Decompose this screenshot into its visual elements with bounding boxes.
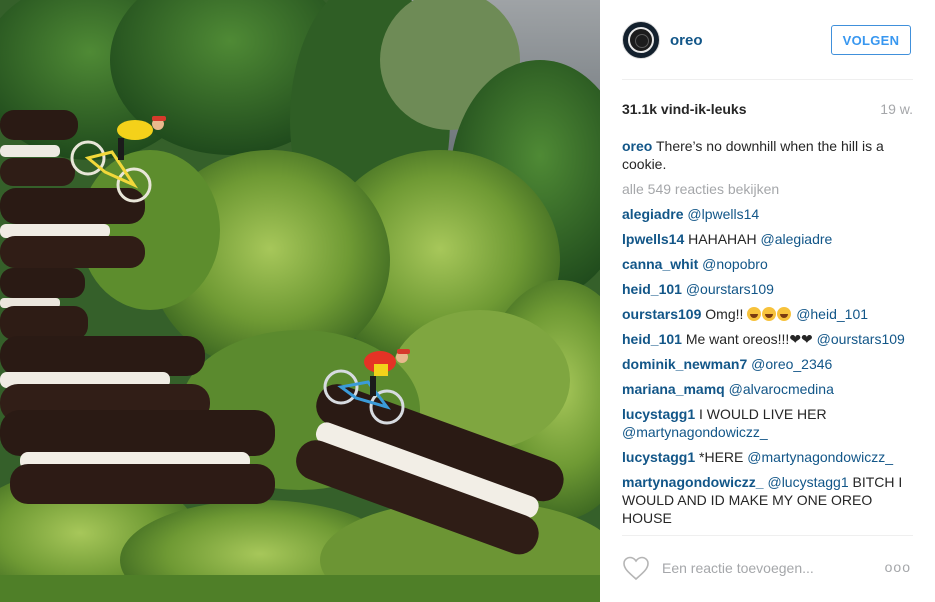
- comment-mention[interactable]: @oreo_2346: [751, 356, 832, 372]
- add-comment-bar: ooo: [622, 551, 913, 585]
- divider: [622, 79, 913, 80]
- follow-button[interactable]: VOLGEN: [831, 25, 911, 55]
- comment-row: lpwells14 HAHAHAH @alegiadre: [622, 230, 913, 248]
- likes-count[interactable]: 31.1k vind-ik-leuks: [622, 101, 747, 117]
- post-age[interactable]: 19 w.: [880, 101, 913, 117]
- comment-input[interactable]: [662, 554, 862, 582]
- comment-row: mariana_mamq @alvarocmedina: [622, 380, 913, 398]
- comment-username[interactable]: mariana_mamq: [622, 381, 725, 397]
- comment-text: Me want oreos!!!❤❤: [685, 331, 813, 347]
- view-all-comments-link[interactable]: alle 549 reacties bekijken: [622, 180, 913, 198]
- comment-row: heid_101 @ourstars109: [622, 280, 913, 298]
- comment-text: Omg!!: [705, 306, 744, 322]
- laughing-emoji-icon: [777, 307, 792, 321]
- comment-mention[interactable]: @alegiadre: [761, 231, 833, 247]
- post-header: oreo VOLGEN: [622, 18, 913, 62]
- caption: oreo There’s no downhill when the hill i…: [622, 137, 913, 173]
- comment-mention[interactable]: @martynagondowiczz_: [622, 424, 768, 440]
- comment-username[interactable]: lucystagg1: [622, 406, 695, 422]
- comment-row: lucystagg1 *HERE @martynagondowiczz_: [622, 448, 913, 466]
- comment-row: heid_101 Me want oreos!!!❤❤ @ourstars109: [622, 330, 913, 348]
- post-photo-illustration: [0, 0, 600, 602]
- more-options-icon[interactable]: ooo: [885, 559, 911, 575]
- comment-username[interactable]: ourstars109: [622, 306, 701, 322]
- post-dialog: oreo VOLGEN 31.1k vind-ik-leuks 19 w. or…: [0, 0, 935, 602]
- avatar[interactable]: [622, 21, 660, 59]
- comment-row: ourstars109 Omg!! @heid_101: [622, 305, 913, 323]
- comment-text: I WOULD LIVE HER: [699, 406, 827, 422]
- comment-text: *HERE: [699, 449, 744, 465]
- comment-username[interactable]: lpwells14: [622, 231, 684, 247]
- post-side-panel: oreo VOLGEN 31.1k vind-ik-leuks 19 w. or…: [600, 0, 935, 602]
- comment-mention[interactable]: @lucystagg1: [767, 474, 848, 490]
- comment-text: HAHAHAH: [688, 231, 757, 247]
- comment-row: canna_whit @nopobro: [622, 255, 913, 273]
- comment-mention[interactable]: @nopobro: [702, 256, 768, 272]
- comment-username[interactable]: lucystagg1: [622, 449, 695, 465]
- comment-row: martynagondowiczz_ @lucystagg1 BITCH I W…: [622, 473, 913, 527]
- comment-mention[interactable]: @ourstars109: [817, 331, 905, 347]
- comment-username[interactable]: heid_101: [622, 281, 682, 297]
- comment-mention[interactable]: @heid_101: [796, 306, 868, 322]
- comment-username[interactable]: alegiadre: [622, 206, 683, 222]
- comment-mention[interactable]: @ourstars109: [686, 281, 774, 297]
- comment-username[interactable]: canna_whit: [622, 256, 698, 272]
- comment-row: dominik_newman7 @oreo_2346: [622, 355, 913, 373]
- comment-row: alegiadre @lpwells14: [622, 205, 913, 223]
- comment-username[interactable]: heid_101: [622, 331, 682, 347]
- post-photo[interactable]: [0, 0, 600, 602]
- caption-text: There’s no downhill when the hill is a c…: [622, 138, 884, 172]
- comment-mention[interactable]: @alvarocmedina: [729, 381, 834, 397]
- comment-mention[interactable]: @lpwells14: [687, 206, 759, 222]
- divider: [622, 535, 913, 536]
- post-stats: 31.1k vind-ik-leuks 19 w.: [622, 100, 913, 118]
- comment-row: lucystagg1 I WOULD LIVE HER @martynagond…: [622, 405, 913, 441]
- author-username[interactable]: oreo: [670, 32, 703, 49]
- laughing-emoji-icon: [747, 307, 762, 321]
- comment-username[interactable]: martynagondowiczz_: [622, 474, 764, 490]
- comment-username[interactable]: dominik_newman7: [622, 356, 747, 372]
- comment-mention[interactable]: @martynagondowiczz_: [747, 449, 893, 465]
- heart-outline-icon[interactable]: [622, 555, 650, 581]
- caption-username[interactable]: oreo: [622, 138, 652, 154]
- laughing-emoji-icon: [762, 307, 777, 321]
- comment-list[interactable]: oreo There’s no downhill when the hill i…: [622, 137, 913, 535]
- oreo-cookie-logo-icon: [628, 27, 654, 53]
